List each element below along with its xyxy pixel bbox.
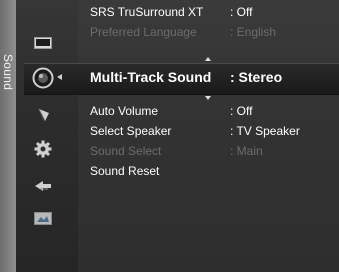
left-arrow-icon <box>57 74 62 80</box>
menu-item-sound-reset[interactable]: Sound Reset <box>90 161 339 181</box>
menu-item-value: : English <box>230 25 277 39</box>
category-tab: Sound <box>0 0 16 272</box>
application-icon[interactable] <box>34 212 52 232</box>
menu-item-value: : TV Speaker <box>230 124 300 138</box>
menu-item-value: : Main <box>230 144 263 158</box>
menu-item-value: : Off <box>230 5 253 19</box>
picture-icon[interactable] <box>34 36 52 54</box>
tv-osd-menu: Sound SRS TruSurround XT : Off Preferred… <box>0 0 339 272</box>
menu-item-value: : Off <box>230 104 253 118</box>
menu-item-label: Multi-Track Sound <box>90 69 212 85</box>
menu-item-label: Select Speaker <box>90 124 172 138</box>
menu-item-auto-volume[interactable]: Auto Volume : Off <box>90 101 339 121</box>
menu-item-label: Sound Select <box>90 144 162 158</box>
menu-item-select-speaker[interactable]: Select Speaker : TV Speaker <box>90 121 339 141</box>
menu-item-preferred-language: Preferred Language : English <box>90 22 339 42</box>
input-icon[interactable] <box>34 179 52 197</box>
menu-item-label: Sound Reset <box>90 164 160 178</box>
channel-icon[interactable] <box>36 107 52 128</box>
menu-item-label: Auto Volume <box>90 104 159 118</box>
menu-item-label: SRS TruSurround XT <box>90 5 204 19</box>
sound-icon[interactable] <box>32 67 54 94</box>
menu-item-srs-trusurround[interactable]: SRS TruSurround XT : Off <box>90 2 339 22</box>
menu-item-sound-select: Sound Select : Main <box>90 141 339 161</box>
up-arrow-icon <box>205 57 211 61</box>
menu-item-multi-track-sound[interactable]: Multi-Track Sound : Stereo <box>90 64 339 92</box>
down-arrow-icon <box>205 96 211 100</box>
setup-icon[interactable] <box>34 140 52 163</box>
category-label: Sound <box>1 54 15 91</box>
menu-item-value: : Stereo <box>230 69 283 85</box>
menu-item-label: Preferred Language <box>90 25 197 39</box>
